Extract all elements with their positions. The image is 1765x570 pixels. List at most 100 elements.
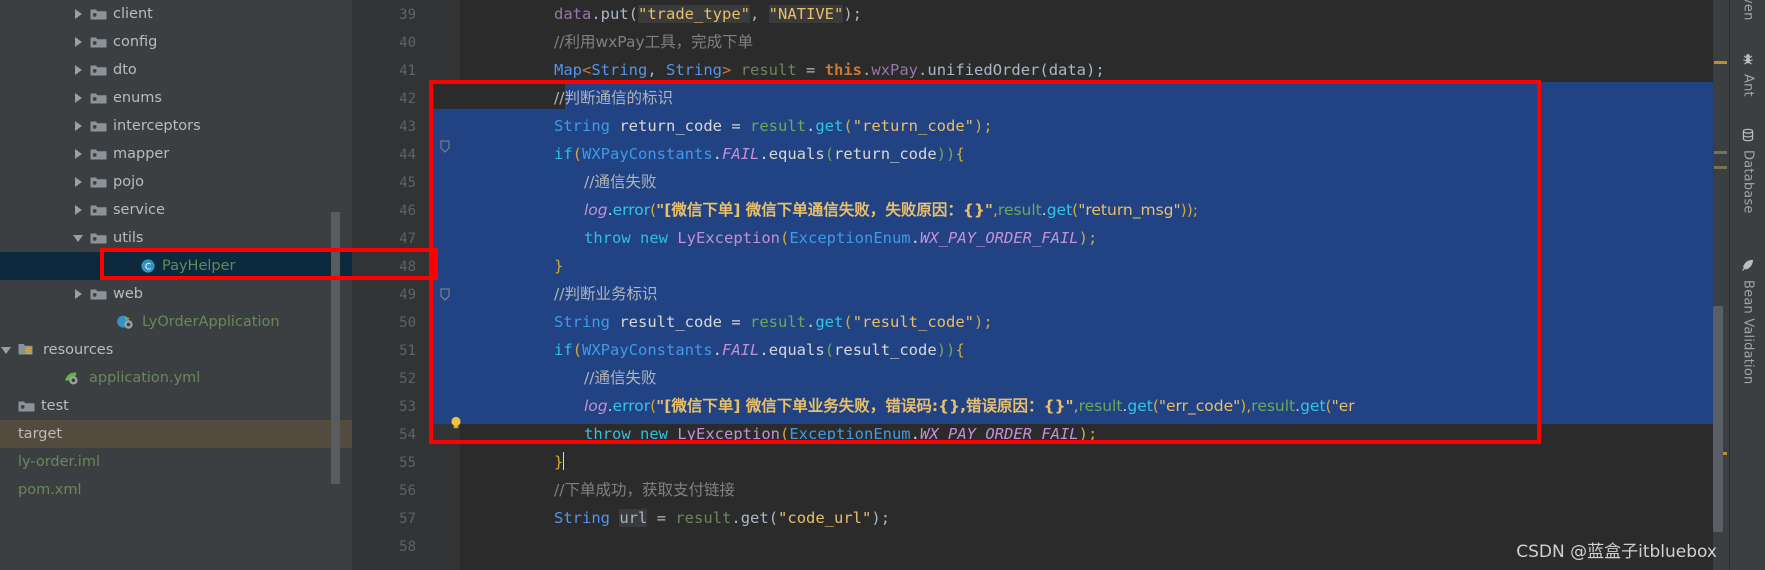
code-line-43[interactable]: String return_code = result.get("return_… xyxy=(554,113,993,139)
fold-marker-line44[interactable] xyxy=(438,140,452,154)
code-token: result xyxy=(675,509,732,527)
tree-item-label: config xyxy=(113,34,158,50)
intention-bulb-icon[interactable] xyxy=(448,415,464,431)
line-number: 58 xyxy=(399,539,416,555)
tree-item-web[interactable]: web xyxy=(0,280,352,308)
code-line-47[interactable]: throw new LyException(ExceptionEnum.WX_P… xyxy=(584,225,1097,251)
folder-icon xyxy=(90,203,107,217)
code-token: ( xyxy=(779,229,790,247)
chevron-right-icon[interactable] xyxy=(72,287,86,301)
code-token: equals xyxy=(768,145,825,163)
tree-item-test[interactable]: test xyxy=(0,392,352,420)
code-token: { xyxy=(955,341,965,359)
chevron-right-icon[interactable] xyxy=(72,119,86,133)
code-line-57[interactable]: String url = result.get("code_url"); xyxy=(554,505,890,531)
tree-item-resources[interactable]: resources xyxy=(0,336,352,364)
code-line-56[interactable]: //下单成功，获取支付链接 xyxy=(554,477,735,503)
code-token: ); xyxy=(871,509,891,527)
code-token: get xyxy=(740,509,769,527)
code-token: "return_msg" xyxy=(1078,201,1181,219)
code-token: . xyxy=(759,145,769,163)
tree-item-dto[interactable]: dto xyxy=(0,56,352,84)
chevron-down-icon[interactable] xyxy=(0,343,14,357)
tool-button-maven[interactable]: ven xyxy=(1730,0,1765,21)
code-line-42[interactable]: //判断通信的标识 xyxy=(554,85,673,111)
chevron-right-icon[interactable] xyxy=(72,35,86,49)
line-number: 39 xyxy=(399,7,416,23)
editor-vertical-scrollbar[interactable] xyxy=(1713,306,1723,532)
code-line-54[interactable]: throw new LyException(ExceptionEnum.WX_P… xyxy=(584,421,1097,447)
tree-item-payhelper[interactable]: C PayHelper xyxy=(0,252,352,280)
tool-button-ant[interactable]: Ant xyxy=(1730,52,1765,97)
code-token: WXPayConstants xyxy=(582,145,713,163)
chevron-right-icon[interactable] xyxy=(72,147,86,161)
line-number: 55 xyxy=(399,455,416,471)
code-token: ( xyxy=(572,145,583,163)
fold-marker-line50[interactable] xyxy=(438,288,452,302)
code-line-49[interactable]: //判断业务标识 xyxy=(554,281,657,307)
code-token: "return_code" xyxy=(852,117,975,135)
tree-item-pom-xml[interactable]: pom.xml xyxy=(0,476,352,504)
tree-item-config[interactable]: config xyxy=(0,28,352,56)
code-token: = xyxy=(647,509,676,527)
code-token: put xyxy=(600,5,629,23)
chevron-right-icon[interactable] xyxy=(72,203,86,217)
chevron-right-icon[interactable] xyxy=(72,175,86,189)
tree-item-interceptors[interactable]: interceptors xyxy=(0,112,352,140)
code-token: String xyxy=(666,61,723,79)
code-line-46[interactable]: log.error("[微信下单] 微信下单通信失败，失败原因：{}",resu… xyxy=(584,197,1198,223)
tree-item-ly-order-iml[interactable]: ly-order.iml xyxy=(0,448,352,476)
code-line-44[interactable]: if(WXPayConstants.FAIL.equals(return_cod… xyxy=(554,141,965,167)
project-tree-scrollbar[interactable] xyxy=(331,212,340,484)
code-token: . xyxy=(918,61,928,79)
chevron-right-icon[interactable] xyxy=(72,91,86,105)
chevron-right-icon[interactable] xyxy=(72,7,86,21)
tool-button-maven-label: ven xyxy=(1740,0,1756,21)
spring-class-icon xyxy=(116,314,136,330)
code-line-41[interactable]: Map<String, String> result = this.wxPay.… xyxy=(554,57,1105,83)
tool-button-database[interactable]: Database xyxy=(1730,128,1765,214)
code-token: = xyxy=(731,117,750,135)
tool-button-bean-validation[interactable]: Bean Validation xyxy=(1730,258,1765,384)
folder-icon xyxy=(18,399,35,413)
code-line-50[interactable]: String result_code = result.get("result_… xyxy=(554,309,993,335)
code-line-48[interactable]: } xyxy=(554,253,563,279)
code-token: . xyxy=(910,229,920,247)
chevron-right-icon[interactable] xyxy=(72,63,86,77)
tree-item-mapper[interactable]: mapper xyxy=(0,140,352,168)
code-line-51[interactable]: if(WXPayConstants.FAIL.equals(result_cod… xyxy=(554,337,965,363)
code-token: result xyxy=(750,117,806,135)
code-line-39[interactable]: data.put("trade_type", "NATIVE"); xyxy=(554,1,862,27)
tree-item-client[interactable]: client xyxy=(0,0,352,28)
project-tree-panel[interactable]: client config dto enums interceptors mapper po… xyxy=(0,0,352,570)
tree-item-target[interactable]: target xyxy=(0,420,352,448)
tree-item-lyorderapplication[interactable]: LyOrderApplication xyxy=(0,308,352,336)
line-number: 52 xyxy=(399,371,416,387)
code-line-45[interactable]: //通信失败 xyxy=(584,169,656,195)
code-token: ( xyxy=(768,509,779,527)
tree-item-label: ly-order.iml xyxy=(18,454,100,470)
code-token: . xyxy=(806,313,816,331)
code-token: FAIL xyxy=(722,145,760,163)
tree-item-application-yml[interactable]: application.yml xyxy=(0,364,352,392)
tree-item-service[interactable]: service xyxy=(0,196,352,224)
code-token: result_code xyxy=(834,341,937,359)
code-editor[interactable]: data.put("trade_type", "NATIVE");//利用wxP… xyxy=(430,0,1713,570)
code-token: throw new xyxy=(584,229,678,247)
chevron-down-icon[interactable] xyxy=(72,231,86,245)
right-tool-window-bar[interactable]: ven Ant Database Bean Validation xyxy=(1729,0,1765,570)
tree-item-label: application.yml xyxy=(89,370,201,386)
code-line-40[interactable]: //利用wxPay工具，完成下单 xyxy=(554,29,753,55)
tree-item-pojo[interactable]: pojo xyxy=(0,168,352,196)
code-line-55[interactable]: } xyxy=(554,449,565,475)
code-line-53[interactable]: log.error("[微信下单] 微信下单业务失败，错误码:{},错误原因：{… xyxy=(584,393,1355,419)
code-token: WX_PAY_ORDER_FAIL xyxy=(920,425,1079,443)
tree-item-enums[interactable]: enums xyxy=(0,84,352,112)
code-token: equals xyxy=(768,341,825,359)
code-token: String xyxy=(554,509,610,527)
tree-item-utils[interactable]: utils xyxy=(0,224,352,252)
code-token: ); xyxy=(974,313,993,331)
code-line-52[interactable]: //通信失败 xyxy=(584,365,656,391)
